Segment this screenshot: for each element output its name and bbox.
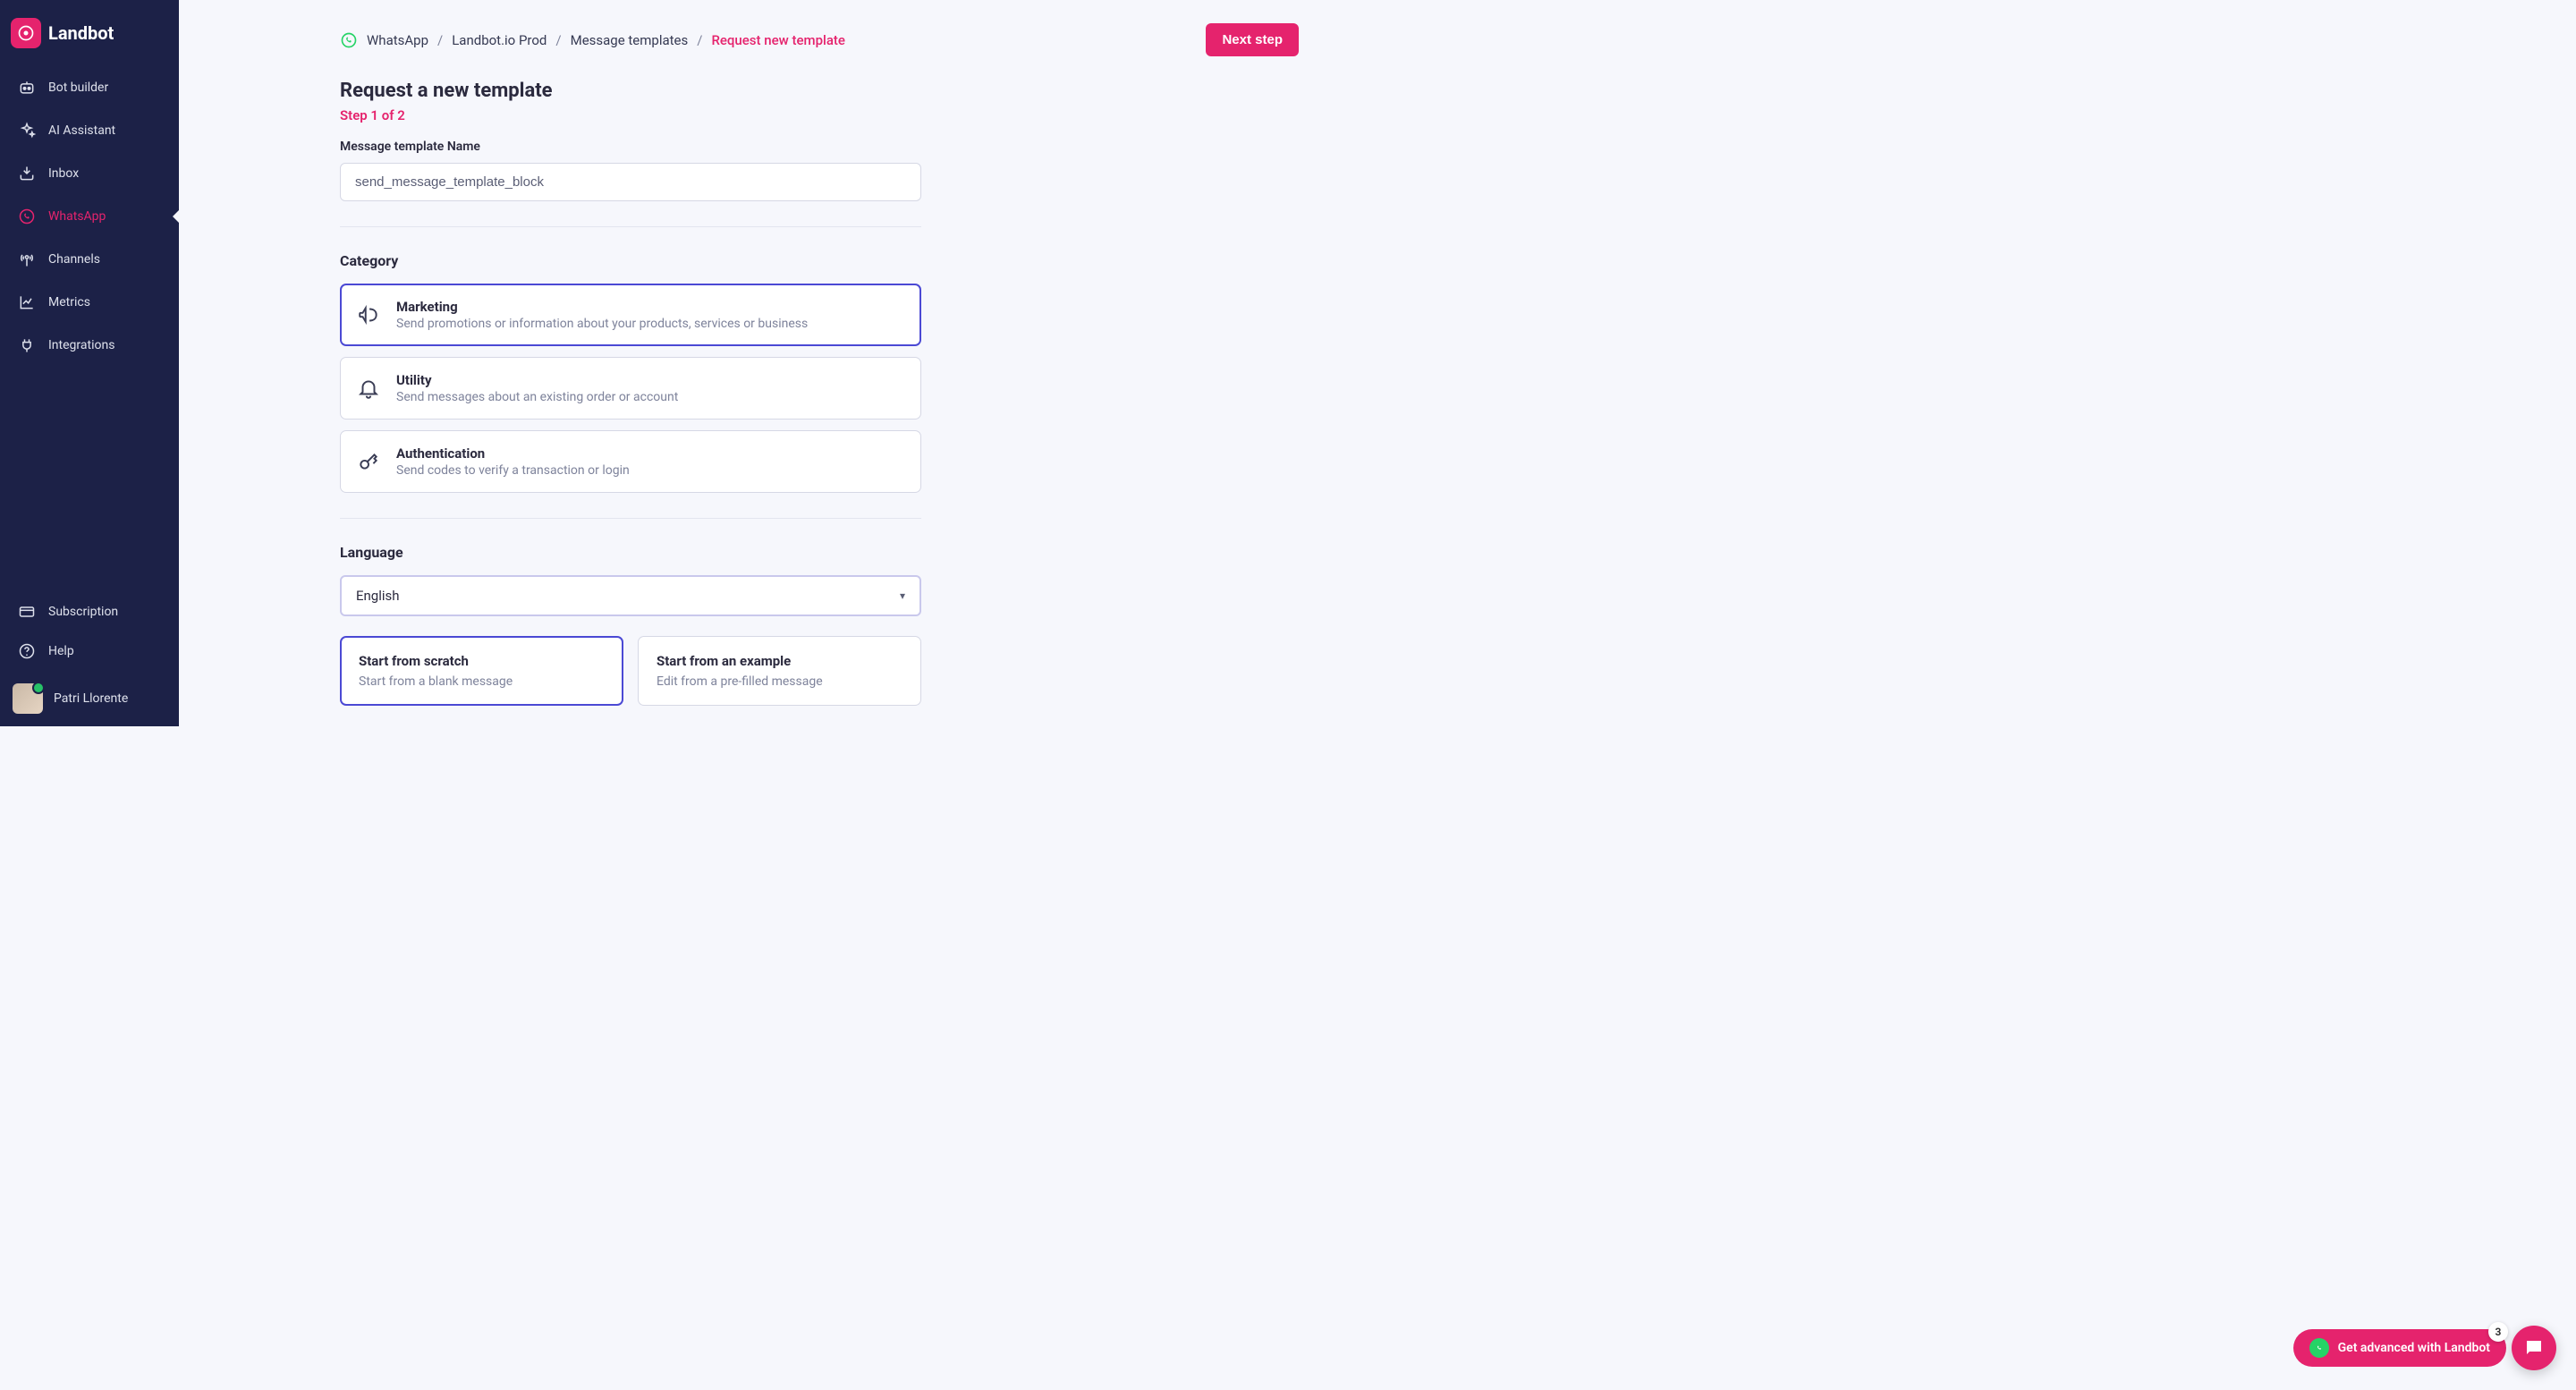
category-title: Marketing <box>396 299 808 315</box>
crumb-sep: / <box>437 32 443 48</box>
antenna-icon <box>18 250 36 268</box>
category-card-utility[interactable]: Utility Send messages about an existing … <box>340 357 921 420</box>
category-card-authentication[interactable]: Authentication Send codes to verify a tr… <box>340 430 921 493</box>
crumb[interactable]: WhatsApp <box>367 32 428 48</box>
template-name-label: Message template Name <box>340 140 1299 154</box>
breadcrumb: WhatsApp / Landbot.io Prod / Message tem… <box>340 31 845 49</box>
language-value: English <box>356 588 400 604</box>
sidebar-item-label: Channels <box>48 252 100 267</box>
primary-nav: Bot builder AI Assistant Inbox WhatsApp … <box>0 66 179 367</box>
logo-mark-icon <box>11 18 41 48</box>
crumb[interactable]: Landbot.io Prod <box>452 32 547 48</box>
whatsapp-icon <box>18 208 36 225</box>
step-indicator: Step 1 of 2 <box>340 107 1299 123</box>
language-label: Language <box>340 544 1299 561</box>
notification-badge: 3 <box>2488 1322 2508 1342</box>
crumb-sep: / <box>555 32 561 48</box>
sidebar-item-subscription[interactable]: Subscription <box>0 592 179 631</box>
logo[interactable]: Landbot <box>0 9 179 66</box>
chevron-down-icon: ▾ <box>900 589 905 602</box>
logo-text: Landbot <box>48 22 114 44</box>
chart-icon <box>18 293 36 311</box>
megaphone-icon <box>357 303 380 326</box>
topbar: WhatsApp / Landbot.io Prod / Message tem… <box>340 23 1299 56</box>
bot-icon <box>18 79 36 97</box>
user-row[interactable]: Patri Llorente <box>0 671 179 726</box>
inbox-icon <box>18 165 36 182</box>
category-card-marketing[interactable]: Marketing Send promotions or information… <box>340 284 921 346</box>
sparkle-icon <box>18 122 36 140</box>
tile-desc: Edit from a pre-filled message <box>657 674 902 689</box>
sidebar-item-metrics[interactable]: Metrics <box>0 281 179 324</box>
divider <box>340 226 921 227</box>
category-desc: Send messages about an existing order or… <box>396 390 678 404</box>
sidebar-item-integrations[interactable]: Integrations <box>0 324 179 367</box>
plug-icon <box>18 336 36 354</box>
sidebar-item-label: Inbox <box>48 166 79 181</box>
bell-icon <box>357 377 380 400</box>
sidebar-item-ai-assistant[interactable]: AI Assistant <box>0 109 179 152</box>
tile-desc: Start from a blank message <box>359 674 605 689</box>
crumb[interactable]: Message templates <box>571 32 689 48</box>
get-advanced-pill[interactable]: Get advanced with Landbot 3 <box>2293 1329 2506 1367</box>
start-from-scratch-tile[interactable]: Start from scratch Start from a blank me… <box>340 636 623 706</box>
pill-label: Get advanced with Landbot <box>2338 1341 2490 1355</box>
template-name-input[interactable] <box>340 163 921 201</box>
page-title: Request a new template <box>340 80 1299 102</box>
user-name: Patri Llorente <box>54 691 128 706</box>
category-title: Authentication <box>396 445 630 462</box>
chat-launcher[interactable] <box>2512 1326 2556 1370</box>
sidebar-item-help[interactable]: Help <box>0 631 179 671</box>
sidebar-item-channels[interactable]: Channels <box>0 238 179 281</box>
crumb-current: Request new template <box>711 32 845 48</box>
category-title: Utility <box>396 372 678 388</box>
divider <box>340 518 921 519</box>
card-icon <box>18 603 36 621</box>
next-step-button[interactable]: Next step <box>1206 23 1299 56</box>
help-icon <box>18 642 36 660</box>
category-label: Category <box>340 252 1299 269</box>
sidebar-item-label: AI Assistant <box>48 123 115 138</box>
whatsapp-icon <box>340 31 358 49</box>
sidebar-item-label: Bot builder <box>48 81 108 95</box>
crumb-sep: / <box>697 32 702 48</box>
tile-title: Start from an example <box>657 653 902 669</box>
whatsapp-icon <box>2309 1338 2329 1358</box>
category-desc: Send promotions or information about you… <box>396 317 808 331</box>
start-options: Start from scratch Start from a blank me… <box>340 636 921 706</box>
start-from-example-tile[interactable]: Start from an example Edit from a pre-fi… <box>638 636 921 706</box>
sidebar-item-inbox[interactable]: Inbox <box>0 152 179 195</box>
key-icon <box>357 450 380 473</box>
tile-title: Start from scratch <box>359 653 605 669</box>
sidebar-item-label: WhatsApp <box>48 209 106 224</box>
sidebar-item-label: Metrics <box>48 295 90 309</box>
main: WhatsApp / Landbot.io Prod / Message tem… <box>179 0 1352 726</box>
language-select[interactable]: English ▾ <box>340 575 921 616</box>
sidebar-item-label: Integrations <box>48 338 114 352</box>
avatar <box>13 683 43 714</box>
sidebar-bottom: Subscription Help Patri Llorente <box>0 592 179 726</box>
sidebar-item-whatsapp[interactable]: WhatsApp <box>0 195 179 238</box>
sidebar: Landbot Bot builder AI Assistant Inbox W… <box>0 0 179 726</box>
sidebar-item-label: Subscription <box>48 605 118 619</box>
sidebar-item-bot-builder[interactable]: Bot builder <box>0 66 179 109</box>
sidebar-item-label: Help <box>48 644 74 658</box>
category-desc: Send codes to verify a transaction or lo… <box>396 463 630 478</box>
